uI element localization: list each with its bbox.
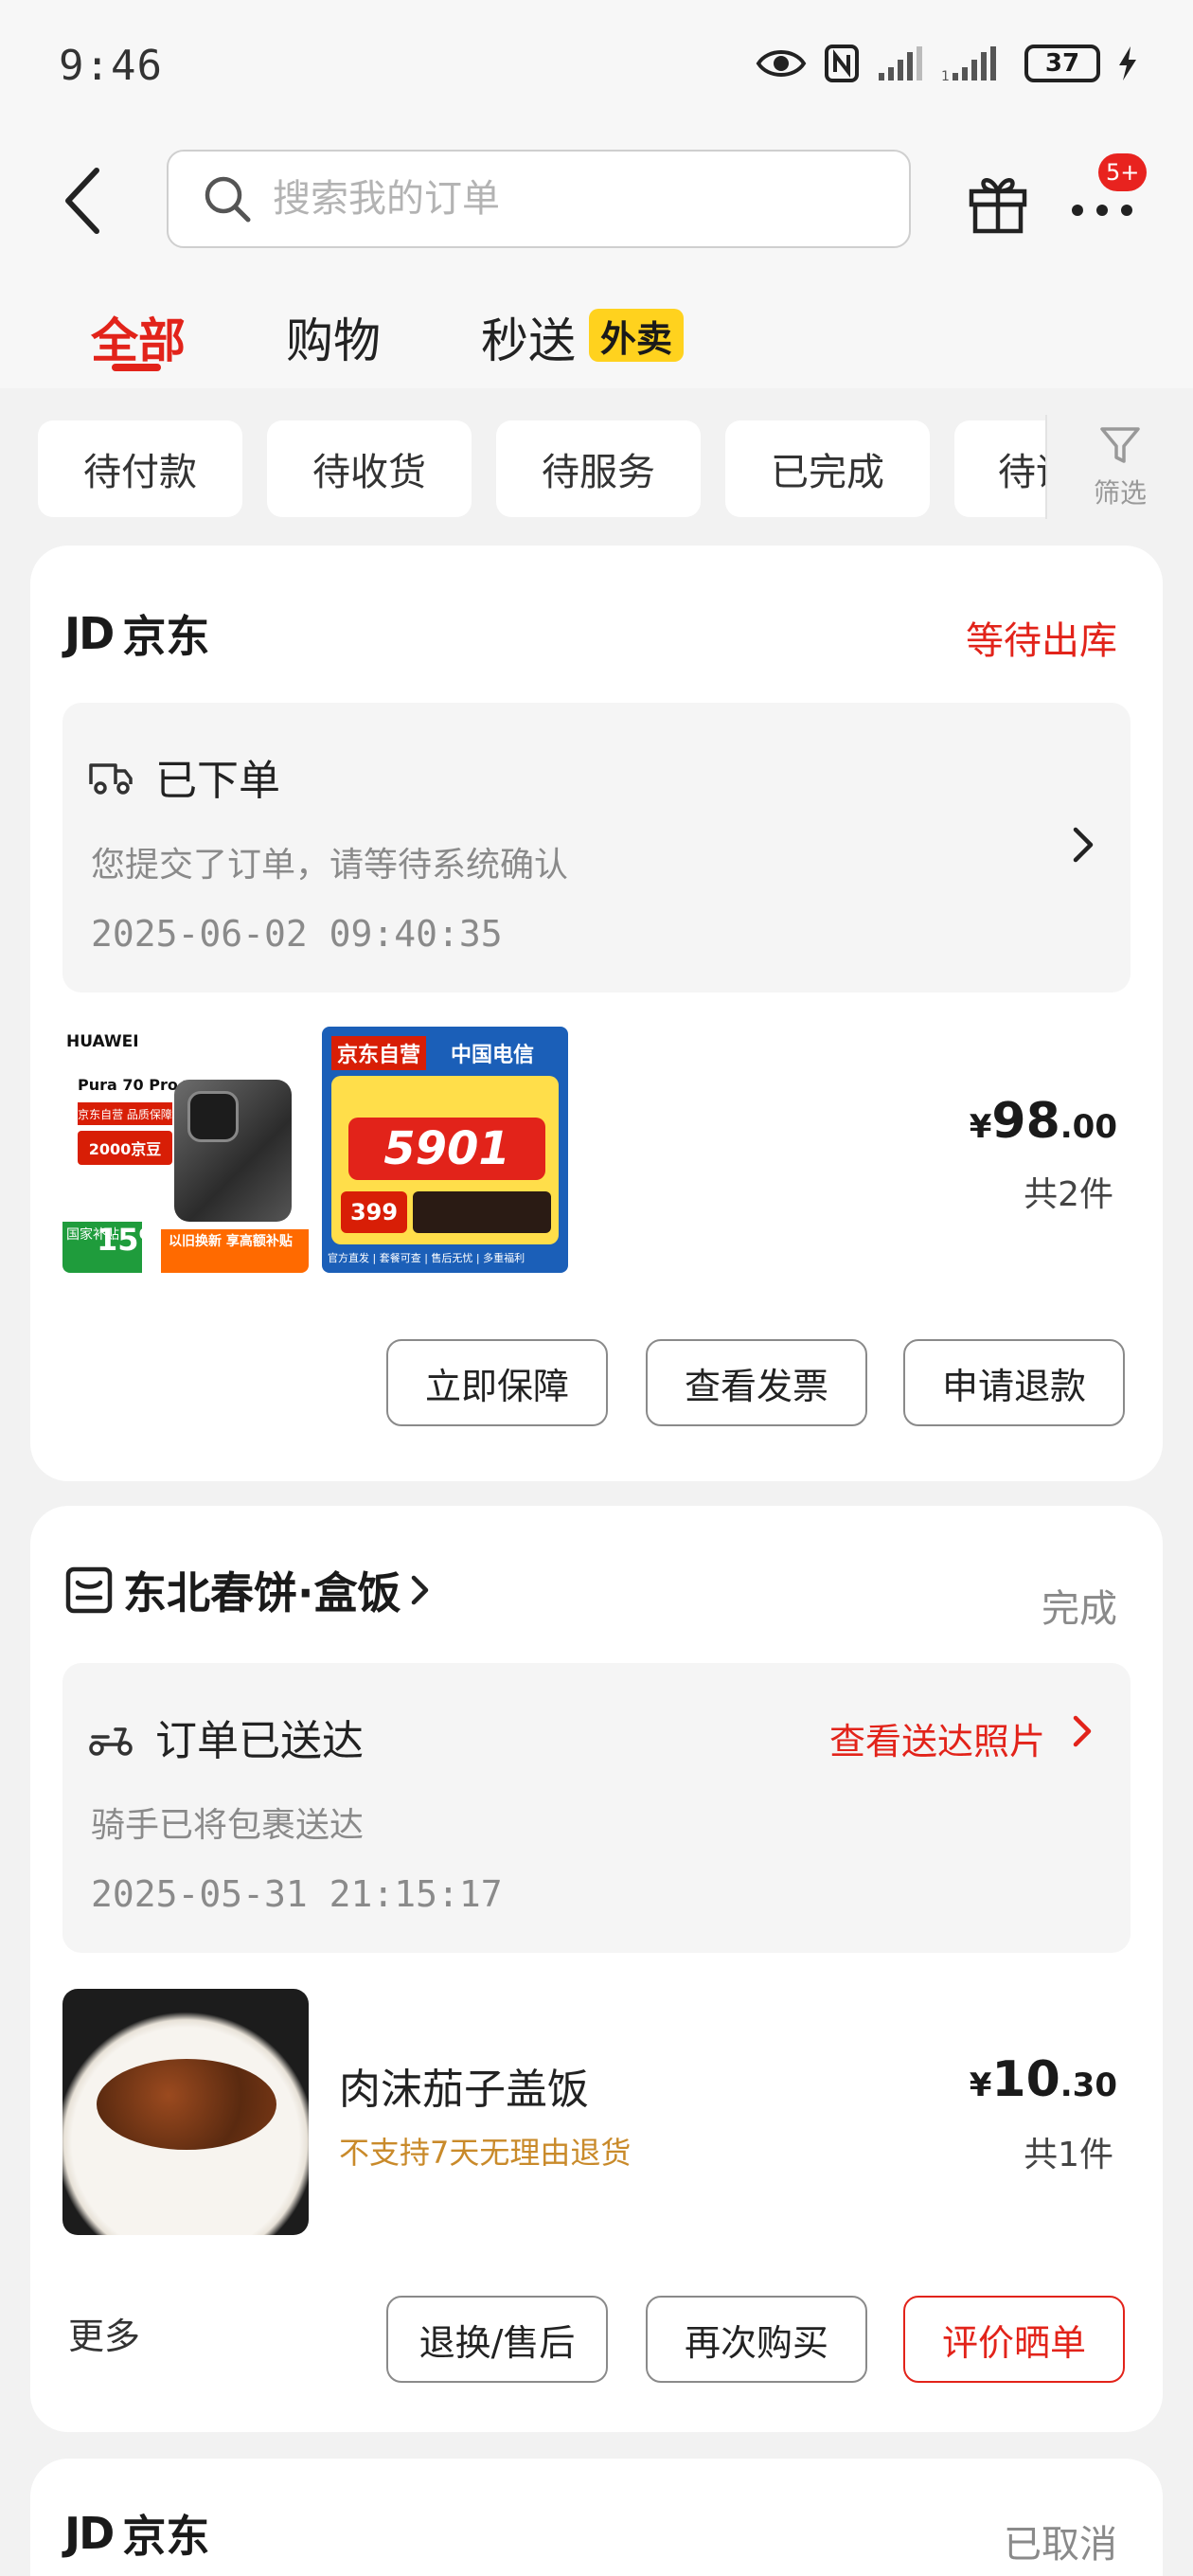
- product-image-rice[interactable]: [62, 1989, 309, 2235]
- chevron-right-icon[interactable]: [1072, 1712, 1095, 1750]
- thumb-card-bg: 5901 399: [331, 1076, 559, 1244]
- tab-active-indicator: [112, 364, 161, 371]
- notification-badge: 5+: [1098, 153, 1148, 191]
- gift-icon[interactable]: [964, 167, 1032, 235]
- view-invoice-button[interactable]: 查看发票: [646, 1339, 867, 1426]
- tab-all[interactable]: 全部: [91, 303, 186, 371]
- product-name[interactable]: 肉沫茄子盖饭: [339, 2055, 589, 2116]
- product-image-telecom[interactable]: 京东自营 中国电信 5901 399 官方直发 | 套餐可查 | 售后无忧 | …: [322, 1027, 568, 1273]
- filter-label: 筛选: [1093, 477, 1147, 509]
- shop-name: 东北春饼·盒饭: [123, 1567, 401, 1619]
- chip-pending-payment[interactable]: 待付款: [38, 420, 242, 517]
- order-type-tabs: 全部 购物 秒送 外卖: [0, 265, 1193, 388]
- charging-icon: [1119, 46, 1136, 80]
- thumb-carrier: 中国电信: [451, 1044, 535, 1067]
- chip-completed[interactable]: 已完成: [725, 420, 930, 517]
- dish-image: [97, 2059, 276, 2150]
- order-status: 完成: [1042, 1587, 1117, 1631]
- thumb-brand: HUAWEI: [66, 1032, 139, 1051]
- truck-icon: [89, 763, 133, 795]
- order-quantity: 共2件: [1024, 1175, 1113, 1214]
- logistics-desc: 您提交了订单，请等待系统确认: [91, 846, 569, 885]
- logistics-box[interactable]: 已下单 您提交了订单，请等待系统确认 2025-06-02 09:40:35: [62, 703, 1131, 993]
- more-link[interactable]: 更多: [68, 2307, 140, 2359]
- protection-button[interactable]: 立即保障: [386, 1339, 608, 1426]
- request-refund-button[interactable]: 申请退款: [903, 1339, 1125, 1426]
- thumb-trade-in: 以旧换新 享高额补贴: [161, 1229, 309, 1273]
- thumb-plan-bar: [413, 1191, 551, 1233]
- store-icon: [65, 1566, 113, 1614]
- delivery-desc: 骑手已将包裹送达: [91, 1806, 365, 1845]
- delivery-time: 2025-05-31 21:15:17: [91, 1873, 503, 1915]
- order-quantity: 共1件: [1024, 2136, 1113, 2174]
- status-time: 9:46: [59, 42, 163, 90]
- header: 5+: [0, 133, 1193, 265]
- thumb-subsidy: 15%: [97, 1222, 169, 1258]
- shop-name: 京东: [122, 2511, 210, 2562]
- shop-row[interactable]: JD 京东: [64, 602, 209, 665]
- order-status: 等待出库: [966, 619, 1117, 663]
- delivery-title: 订单已送达: [155, 1717, 364, 1765]
- order-card[interactable]: JD 京东 等待出库 已下单 您提交了订单，请等待系统确认 2025-06-02…: [30, 546, 1163, 1481]
- chevron-right-icon: [412, 1575, 429, 1605]
- shop-row[interactable]: 东北春饼·盒饭: [64, 1559, 431, 1621]
- order-price: ¥98.00: [969, 1093, 1117, 1150]
- search-box[interactable]: [167, 150, 911, 248]
- return-service-button[interactable]: 退换/售后: [386, 2296, 608, 2383]
- chip-pending-service[interactable]: 待服务: [496, 420, 701, 517]
- thumb-amount: 5901: [348, 1118, 545, 1180]
- filter-button[interactable]: 筛选: [1045, 415, 1193, 519]
- chevron-right-icon[interactable]: [1072, 824, 1096, 866]
- jd-logo-icon: JD: [64, 608, 115, 659]
- product-image-phone[interactable]: HUAWEI Pura 70 Pro+ 京东自营 品质保障 2000京豆 国家补…: [62, 1027, 309, 1273]
- thumb-tag: 京东自营 品质保障: [78, 1102, 172, 1125]
- thumb-price: 399: [341, 1191, 407, 1233]
- nfc-icon: [825, 45, 859, 82]
- battery-icon: 37: [1024, 45, 1100, 82]
- status-filters: 待付款 待收货 待服务 已完成 待评 筛选: [0, 388, 1193, 540]
- scooter-icon: [89, 1727, 133, 1756]
- jd-logo-icon: JD: [64, 2508, 115, 2559]
- review-button[interactable]: 评价晒单: [903, 2296, 1125, 2383]
- logistics-title-row: 已下单: [87, 746, 280, 807]
- shop-name: 京东: [122, 611, 210, 662]
- eye-icon: [756, 50, 807, 77]
- product-note: 不支持7天无理由退货: [339, 2135, 632, 2171]
- delivery-box[interactable]: 订单已送达 查看送达照片 骑手已将包裹送达 2025-05-31 21:15:1…: [62, 1663, 1131, 1953]
- logistics-title: 已下单: [155, 757, 280, 805]
- status-bar: 9:46 1 37: [0, 0, 1193, 133]
- order-card[interactable]: JD 京东 已取消: [30, 2459, 1163, 2576]
- thumb-footer: 官方直发 | 套餐可查 | 售后无忧 | 多重福利: [328, 1252, 525, 1264]
- chip-pending-receipt[interactable]: 待收货: [267, 420, 472, 517]
- thumb-jd-label: 京东自营: [331, 1036, 427, 1070]
- search-icon: [205, 176, 251, 223]
- thumb-beans: 2000京豆: [78, 1131, 172, 1165]
- search-input[interactable]: [273, 177, 860, 221]
- shop-row[interactable]: JD 京东: [64, 2502, 209, 2565]
- order-card[interactable]: 东北春饼·盒饭 完成 订单已送达 查看送达照片 骑手已将包裹送达 2025-05…: [30, 1506, 1163, 2432]
- phone-image: [174, 1080, 292, 1222]
- status-icons: 1 37: [756, 44, 1138, 83]
- logistics-time: 2025-06-02 09:40:35: [91, 913, 503, 955]
- tab-shopping[interactable]: 购物: [286, 303, 381, 371]
- order-price: ¥10.30: [969, 2051, 1117, 2108]
- signal-icon: [879, 46, 922, 80]
- svg-text:1: 1: [941, 69, 950, 82]
- order-status: 已取消: [1004, 2523, 1117, 2567]
- tab-quick-delivery[interactable]: 秒送: [481, 303, 576, 371]
- view-delivery-photo-link[interactable]: 查看送达照片: [829, 1712, 1045, 1764]
- back-icon[interactable]: [57, 165, 114, 237]
- buy-again-button[interactable]: 再次购买: [646, 2296, 867, 2383]
- funnel-icon: [1100, 427, 1140, 463]
- delivery-title-row: 订单已送达: [87, 1707, 364, 1767]
- takeout-tag: 外卖: [589, 309, 685, 362]
- signal-icon-2: 1: [941, 46, 996, 82]
